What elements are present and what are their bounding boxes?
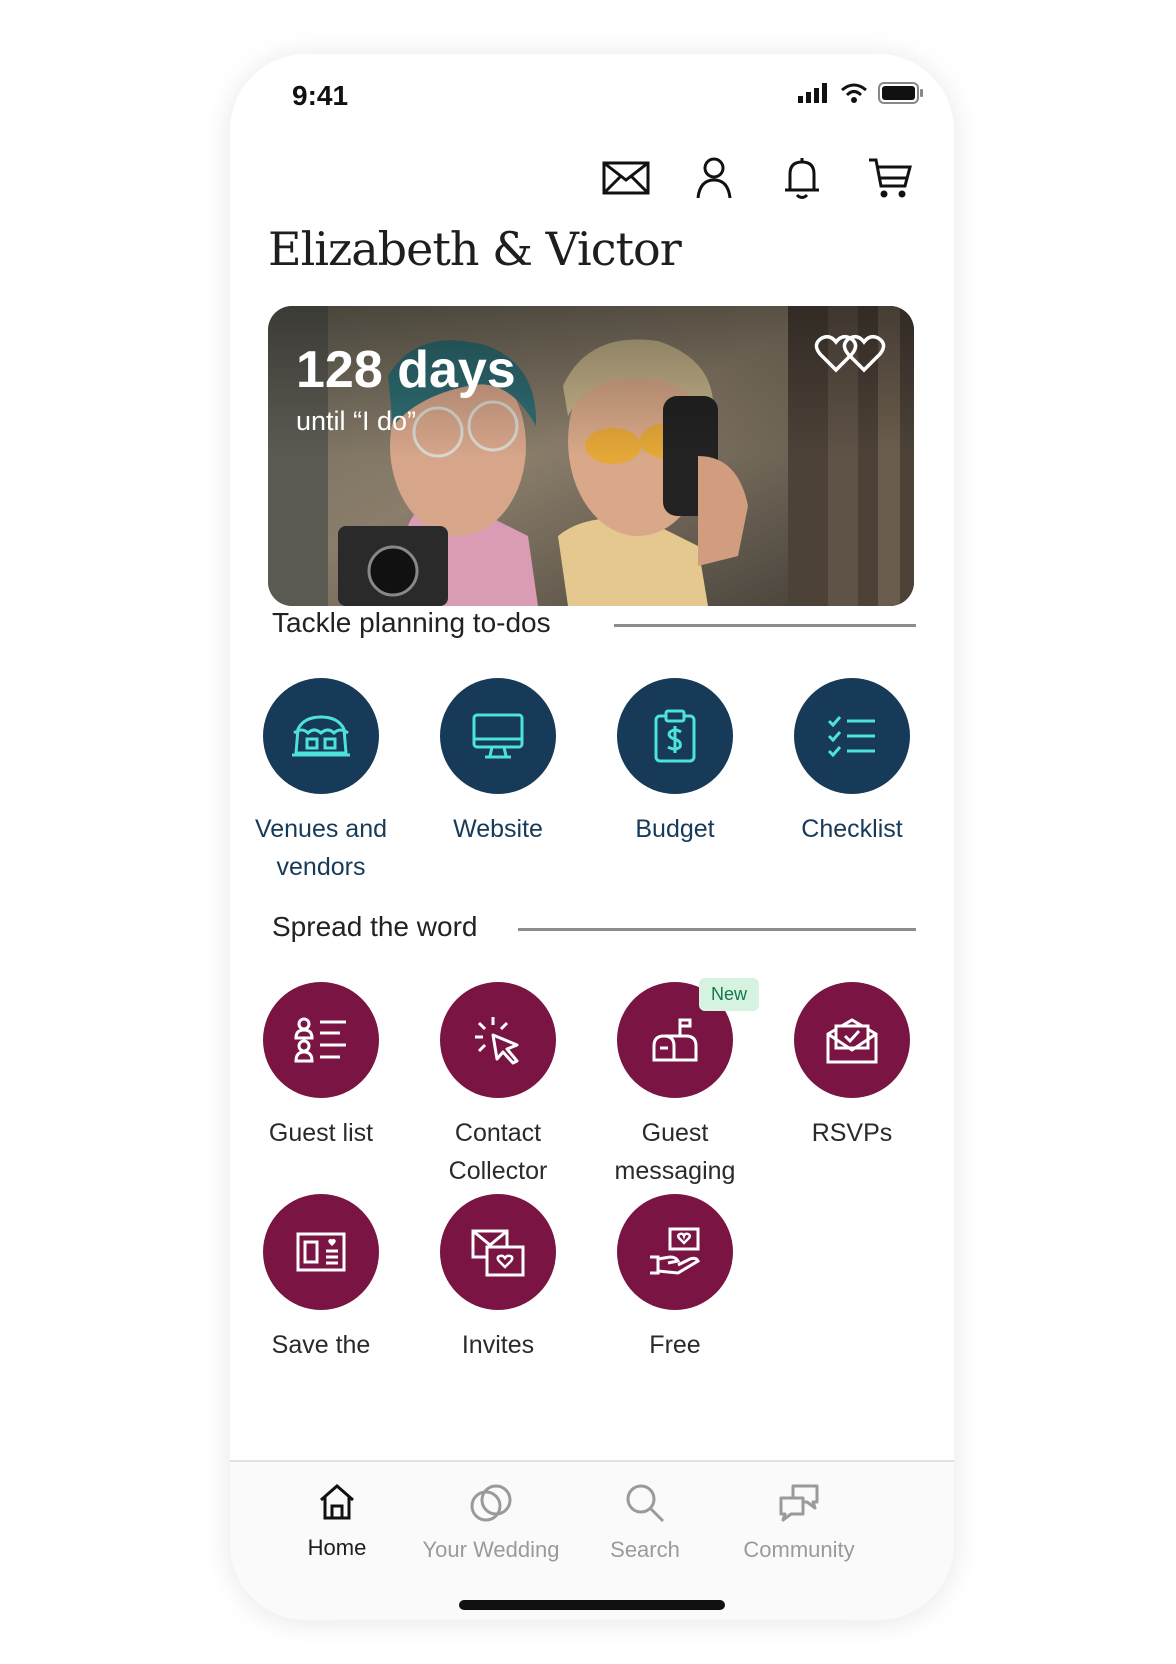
chat-bubbles-icon [779,1484,819,1522]
phone-frame: 9:41 Elizabeth & Victor 128 days until “… [230,54,954,1620]
rsvps-circle [794,982,910,1098]
tile-checklist[interactable]: Checklist [764,678,940,848]
tile-save-the-date[interactable]: Save the [233,1194,409,1364]
section-title-spread: Spread the word [272,911,478,942]
nav-community[interactable]: Community [714,1482,884,1563]
bottom-nav: Home Your Wedding Search Community [230,1460,954,1620]
free-circle [617,1194,733,1310]
wifi-icon [841,83,867,103]
tile-guest-list[interactable]: Guest list [233,982,409,1152]
section-divider [518,928,916,931]
tile-guest-messaging[interactable]: New Guest messaging [587,978,763,1190]
battery-icon [878,82,923,104]
tile-label: Guest list [268,1119,374,1147]
tile-label: Budget [635,815,715,843]
countdown-subtitle: until “I do” [296,406,417,436]
tile-free[interactable]: Free [587,1194,763,1364]
tile-label: Contact Collector [448,1119,548,1185]
venues-circle [263,678,379,794]
notifications-button[interactable] [778,154,826,202]
tile-website[interactable]: Website [410,678,586,848]
invites-icon [471,1229,525,1277]
guest-list-circle [263,982,379,1098]
rings-icon [470,1484,512,1522]
status-icons [798,82,924,104]
nav-label: Home [307,1535,367,1560]
tile-label: Website [453,815,543,843]
profile-icon [696,157,732,199]
tile-label: Venues and vendors [254,815,388,881]
bell-icon [785,158,819,199]
checklist-circle [794,678,910,794]
budget-icon [654,709,696,763]
countdown-card[interactable]: 128 days until “I do” [268,306,914,606]
tile-label: RSVPs [811,1119,893,1147]
nav-label: Community [743,1537,855,1562]
rings-heart-icon [814,334,886,373]
nav-search[interactable]: Search [560,1482,730,1563]
monitor-icon [472,713,524,759]
mail-button[interactable] [602,154,650,202]
new-badge: New [698,978,759,1011]
page-title: Elizabeth & Victor [268,222,682,276]
invites-circle [440,1194,556,1310]
section-title-planning: Tackle planning to-dos [272,607,551,638]
checklist-icon [827,716,875,758]
rsvp-envelope-icon [826,1018,878,1064]
cart-button[interactable] [866,154,914,202]
search-icon [626,1484,665,1523]
home-indicator [459,1600,725,1610]
tile-venues-and-vendors[interactable]: Venues and vendors [233,678,409,886]
guest-messaging-circle: New [617,978,759,1098]
section-divider [614,624,916,627]
tile-label: Invites [461,1331,535,1359]
tile-label: Free [649,1331,701,1359]
header-actions [602,154,914,202]
tile-label: Save the [271,1331,371,1359]
nav-label: Search [610,1537,680,1562]
home-icon [320,1484,354,1520]
hand-heart-icon [650,1227,700,1275]
save-the-date-icon [296,1232,346,1272]
status-time: 9:41 [292,80,349,111]
venue-icon [292,715,350,757]
tile-label: Guest messaging [614,1119,736,1185]
guest-list-icon [294,1017,346,1063]
save-the-date-circle [263,1194,379,1310]
tile-rsvps[interactable]: RSVPs [764,982,940,1152]
mailbox-icon [652,1018,698,1062]
tile-contact-collector[interactable]: Contact Collector [410,982,586,1190]
cart-icon [869,158,912,198]
profile-button[interactable] [690,154,738,202]
mail-icon [602,161,650,195]
nav-label: Your Wedding [422,1537,560,1562]
website-circle [440,678,556,794]
cursor-click-icon [475,1017,519,1065]
contact-collector-circle [440,982,556,1098]
tile-label: Checklist [801,815,903,843]
tile-invites[interactable]: Invites [410,1194,586,1364]
nav-your-wedding[interactable]: Your Wedding [406,1482,576,1563]
tile-budget[interactable]: Budget [587,678,763,848]
countdown-days: 128 days [296,341,516,399]
budget-circle [617,678,733,794]
signal-icon [798,83,827,103]
nav-home[interactable]: Home [252,1482,422,1561]
